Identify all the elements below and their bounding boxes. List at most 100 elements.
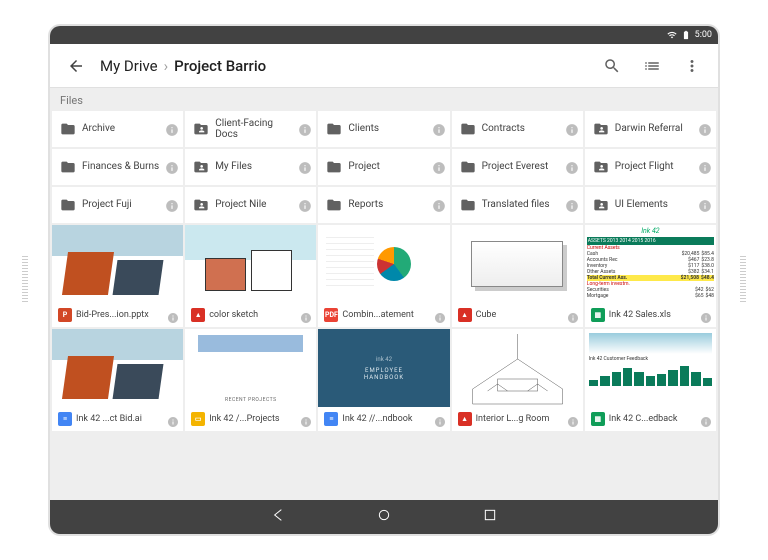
file-card[interactable]: PBid-Pres...ion.pptx <box>52 225 183 327</box>
file-meta: ▲Interior L...g Room <box>452 407 583 431</box>
folder-name: Archive <box>82 123 159 135</box>
file-card[interactable]: Ink 42ASSETS 2013 2014 2015 2016Current … <box>585 225 716 327</box>
info-button[interactable] <box>165 160 179 174</box>
file-type-icon: P <box>58 308 72 322</box>
info-button[interactable] <box>167 309 179 321</box>
file-meta: ▦Ink 42 C...edback <box>585 407 716 431</box>
folder-card[interactable]: Darwin Referral <box>585 111 716 147</box>
folder-shared-icon <box>193 121 209 137</box>
info-button[interactable] <box>698 160 712 174</box>
file-card[interactable]: ▲color sketch <box>185 225 316 327</box>
folder-card[interactable]: My Files <box>185 149 316 185</box>
folder-card[interactable]: Project Fuji <box>52 187 183 223</box>
folder-shared-icon <box>593 197 609 213</box>
file-card[interactable]: ≡ Ink 42 ...ct Bid.ai <box>52 329 183 431</box>
folder-name: Project Everest <box>482 161 559 173</box>
file-card[interactable]: ▲Interior L...g Room <box>452 329 583 431</box>
folder-card[interactable]: Client-Facing Docs <box>185 111 316 147</box>
file-name: Combin...atement <box>342 310 429 320</box>
folder-icon <box>60 197 76 213</box>
folder-icon <box>326 121 342 137</box>
info-button[interactable] <box>432 122 446 136</box>
file-thumbnail <box>318 225 449 303</box>
folder-card[interactable]: Project Nile <box>185 187 316 223</box>
chevron-right-icon: › <box>164 57 169 75</box>
info-button[interactable] <box>298 122 312 136</box>
nav-back-button[interactable] <box>270 507 286 527</box>
info-button[interactable] <box>700 413 712 425</box>
view-list-button[interactable] <box>636 44 668 88</box>
info-button[interactable] <box>567 413 579 425</box>
breadcrumb-current: Project Barrio <box>174 57 266 75</box>
nav-home-icon <box>376 507 392 523</box>
file-card[interactable]: PDF Combin...atement <box>318 225 449 327</box>
file-type-icon: ▲ <box>191 308 205 322</box>
file-card[interactable]: ▭Ink 42 /...Projects <box>185 329 316 431</box>
info-button[interactable] <box>432 160 446 174</box>
speaker-grille <box>22 256 28 304</box>
file-type-icon: ▲ <box>458 308 472 322</box>
file-thumbnail <box>52 225 183 303</box>
file-name: Ink 42 //...ndbook <box>342 414 429 424</box>
folder-icon <box>460 121 476 137</box>
info-button[interactable] <box>567 309 579 321</box>
folder-name: UI Elements <box>615 199 692 211</box>
info-button[interactable] <box>298 160 312 174</box>
info-button[interactable] <box>167 413 179 425</box>
info-button[interactable] <box>432 198 446 212</box>
folder-card[interactable]: Contracts <box>452 111 583 147</box>
breadcrumb-root[interactable]: My Drive <box>100 57 158 75</box>
info-button[interactable] <box>698 122 712 136</box>
info-button[interactable] <box>300 309 312 321</box>
file-name: Ink 42 C...edback <box>609 414 696 424</box>
battery-icon <box>681 30 691 40</box>
info-button[interactable] <box>434 413 446 425</box>
file-type-icon: PDF <box>324 308 338 322</box>
folder-card[interactable]: Project <box>318 149 449 185</box>
file-card[interactable]: ink 42EMPLOYEEHANDBOOK≡Ink 42 //...ndboo… <box>318 329 449 431</box>
file-type-icon: ▦ <box>591 308 605 322</box>
folder-card[interactable]: Reports <box>318 187 449 223</box>
folder-name: Project Nile <box>215 199 292 211</box>
file-card[interactable]: ▲Cube <box>452 225 583 327</box>
info-button[interactable] <box>698 198 712 212</box>
info-button[interactable] <box>565 122 579 136</box>
search-icon <box>603 57 621 75</box>
nav-back-icon <box>270 507 286 523</box>
folder-shared-icon <box>593 121 609 137</box>
info-button[interactable] <box>565 160 579 174</box>
back-button[interactable] <box>60 44 92 88</box>
folder-card[interactable]: Translated files <box>452 187 583 223</box>
search-button[interactable] <box>596 44 628 88</box>
info-button[interactable] <box>298 198 312 212</box>
file-meta: ▦Ink 42 Sales.xls <box>585 303 716 327</box>
file-card[interactable]: Ink 42 Customer Feedback▦Ink 42 C...edba… <box>585 329 716 431</box>
list-icon <box>643 57 661 75</box>
nav-home-button[interactable] <box>376 507 392 527</box>
nav-recent-icon <box>482 507 498 523</box>
nav-recent-button[interactable] <box>482 507 498 527</box>
folder-shared-icon <box>193 159 209 175</box>
info-button[interactable] <box>434 309 446 321</box>
info-button[interactable] <box>565 198 579 212</box>
arrow-back-icon <box>67 57 85 75</box>
info-button[interactable] <box>300 413 312 425</box>
info-button[interactable] <box>700 309 712 321</box>
folder-name: Reports <box>348 199 425 211</box>
folder-card[interactable]: Project Everest <box>452 149 583 185</box>
info-button[interactable] <box>165 122 179 136</box>
folder-card[interactable]: UI Elements <box>585 187 716 223</box>
folder-name: Client-Facing Docs <box>215 118 292 141</box>
folder-icon <box>326 159 342 175</box>
folder-card[interactable]: Finances & Burns <box>52 149 183 185</box>
folder-card[interactable]: Archive <box>52 111 183 147</box>
wifi-icon <box>667 30 677 40</box>
section-label: Files <box>50 88 718 111</box>
more-button[interactable] <box>676 44 708 88</box>
folder-card[interactable]: Project Flight <box>585 149 716 185</box>
file-type-icon: ≡ <box>58 412 72 426</box>
info-button[interactable] <box>165 198 179 212</box>
folder-card[interactable]: Clients <box>318 111 449 147</box>
file-name: Interior L...g Room <box>476 414 563 424</box>
file-name: Ink 42 ...ct Bid.ai <box>76 414 163 424</box>
